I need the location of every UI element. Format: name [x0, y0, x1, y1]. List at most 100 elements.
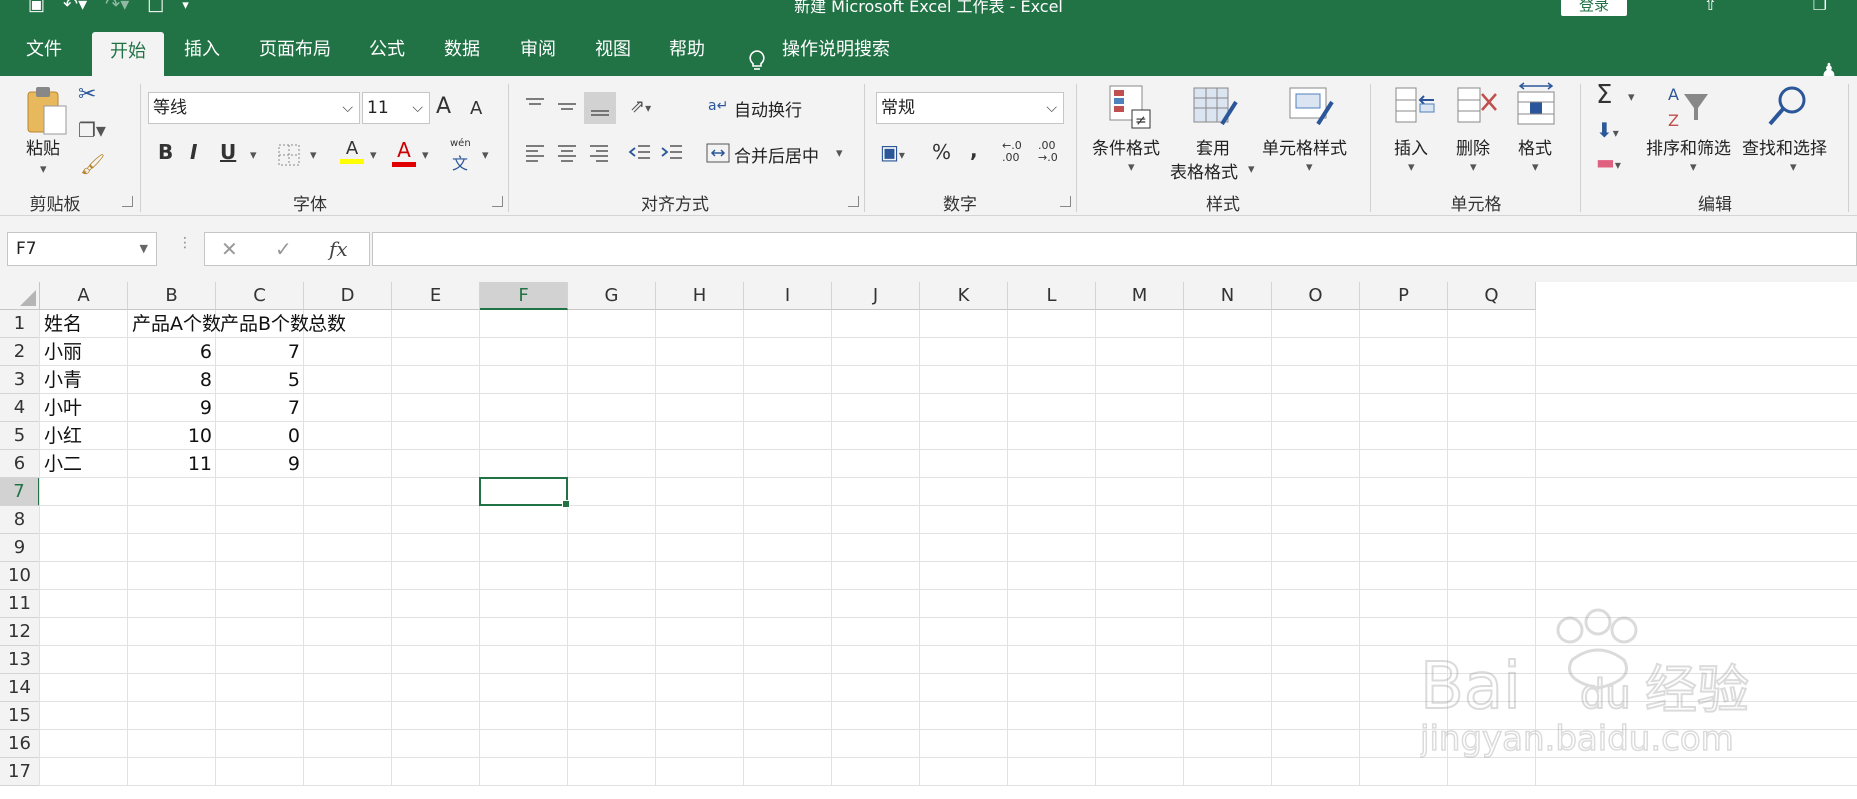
format-dropdown-icon[interactable]: ▾: [1532, 160, 1539, 175]
column-header-a[interactable]: A: [40, 282, 128, 310]
row-header-12[interactable]: 12: [0, 618, 40, 646]
delete-cells-icon[interactable]: [1454, 84, 1500, 128]
shrink-font-button[interactable]: A: [470, 98, 482, 119]
format-cells-button[interactable]: 格式: [1518, 134, 1552, 159]
cell-styles-dropdown-icon[interactable]: ▾: [1306, 160, 1313, 175]
increase-indent-icon[interactable]: [660, 142, 684, 166]
autosum-dropdown-icon[interactable]: ▾: [1628, 90, 1635, 105]
column-header-k[interactable]: K: [920, 282, 1008, 310]
row-header-8[interactable]: 8: [0, 506, 40, 534]
align-left-icon[interactable]: [524, 142, 546, 166]
format-as-table-label-top[interactable]: 套用: [1196, 134, 1230, 159]
row-header-1[interactable]: 1: [0, 310, 40, 338]
row-header-3[interactable]: 3: [0, 366, 40, 394]
underline-button[interactable]: U: [220, 140, 236, 164]
increase-decimal-button[interactable]: ←.0 .00: [1002, 140, 1022, 164]
align-right-icon[interactable]: [588, 142, 610, 166]
borders-icon[interactable]: [278, 144, 300, 166]
delete-cells-button[interactable]: 删除: [1456, 134, 1490, 159]
column-header-h[interactable]: H: [656, 282, 744, 310]
cell-a6[interactable]: 小二: [40, 450, 86, 478]
row-header-15[interactable]: 15: [0, 702, 40, 730]
borders-dropdown-icon[interactable]: ▾: [310, 148, 317, 163]
tab-file[interactable]: 文件: [12, 30, 76, 76]
italic-button[interactable]: I: [190, 140, 197, 164]
decrease-decimal-button[interactable]: .00 →.0: [1038, 140, 1058, 164]
column-header-o[interactable]: O: [1272, 282, 1360, 310]
cell-b2[interactable]: 6: [128, 338, 216, 366]
alignment-launcher-icon[interactable]: [848, 196, 859, 207]
column-header-f[interactable]: F: [480, 282, 568, 310]
find-select-button[interactable]: 查找和选择: [1742, 134, 1827, 159]
cut-icon[interactable]: ✂: [78, 82, 96, 107]
restore-window-icon[interactable]: ❐: [1813, 0, 1827, 14]
cell-a4[interactable]: 小叶: [40, 394, 86, 422]
align-middle-icon[interactable]: [556, 96, 578, 116]
column-header-c[interactable]: C: [216, 282, 304, 310]
paste-label[interactable]: 粘贴: [26, 134, 60, 159]
font-name-combo[interactable]: 等线 ⌵: [148, 92, 360, 124]
cell-b5[interactable]: 10: [128, 422, 216, 450]
fill-down-icon[interactable]: ⬇▾: [1596, 118, 1619, 142]
column-header-n[interactable]: N: [1184, 282, 1272, 310]
column-header-p[interactable]: P: [1360, 282, 1448, 310]
insert-dropdown-icon[interactable]: ▾: [1408, 160, 1415, 175]
align-top-icon[interactable]: [524, 96, 546, 116]
login-button[interactable]: 登录: [1561, 0, 1627, 16]
cell-a3[interactable]: 小青: [40, 366, 86, 394]
tab-view[interactable]: 视图: [584, 30, 642, 76]
number-format-combo[interactable]: 常规 ⌵: [876, 92, 1064, 124]
sort-filter-icon[interactable]: A Z: [1664, 84, 1714, 130]
cell-c3[interactable]: 5: [216, 366, 304, 394]
tab-help[interactable]: 帮助: [658, 30, 716, 76]
cell-styles-icon[interactable]: [1288, 84, 1334, 130]
wrap-text-button[interactable]: 自动换行: [734, 96, 802, 121]
font-launcher-icon[interactable]: [492, 196, 503, 207]
merge-center-button[interactable]: 合并后居中: [734, 142, 819, 167]
row-header-9[interactable]: 9: [0, 534, 40, 562]
phonetic-dropdown-icon[interactable]: ▾: [482, 148, 489, 163]
row-header-2[interactable]: 2: [0, 338, 40, 366]
underline-dropdown-icon[interactable]: ▾: [250, 148, 257, 163]
cell-c5[interactable]: 0: [216, 422, 304, 450]
column-header-g[interactable]: G: [568, 282, 656, 310]
font-size-combo[interactable]: 11 ⌵: [362, 92, 430, 124]
insert-function-icon[interactable]: fx: [329, 237, 348, 261]
row-header-7[interactable]: 7: [0, 478, 40, 506]
sort-filter-button[interactable]: 排序和筛选: [1646, 134, 1731, 159]
table-dropdown-icon[interactable]: ▾: [1248, 162, 1255, 177]
decrease-indent-icon[interactable]: [628, 142, 652, 166]
tab-data[interactable]: 数据: [432, 30, 492, 76]
row-header-10[interactable]: 10: [0, 562, 40, 590]
clear-eraser-icon[interactable]: ▬▾: [1596, 150, 1621, 174]
column-header-m[interactable]: M: [1096, 282, 1184, 310]
bold-button[interactable]: B: [158, 140, 173, 164]
cell-styles-button[interactable]: 单元格样式: [1262, 134, 1347, 159]
cell-b1[interactable]: 产品A个数: [128, 310, 225, 338]
delete-dropdown-icon[interactable]: ▾: [1470, 160, 1477, 175]
cell-b3[interactable]: 8: [128, 366, 216, 394]
tell-me-search[interactable]: 操作说明搜索: [782, 30, 894, 76]
find-dropdown-icon[interactable]: ▾: [1790, 160, 1797, 175]
column-header-d[interactable]: D: [304, 282, 392, 310]
tab-review[interactable]: 审阅: [508, 30, 568, 76]
cell-c1[interactable]: 产品B个数: [216, 310, 313, 338]
conditional-dropdown-icon[interactable]: ▾: [1128, 160, 1135, 175]
cell-c4[interactable]: 7: [216, 394, 304, 422]
cell-a2[interactable]: 小丽: [40, 338, 86, 366]
column-header-b[interactable]: B: [128, 282, 216, 310]
insert-cells-icon[interactable]: [1390, 84, 1436, 128]
row-header-14[interactable]: 14: [0, 674, 40, 702]
paste-dropdown-icon[interactable]: ▾: [40, 162, 47, 177]
format-painter-icon[interactable]: 🖌: [80, 152, 105, 176]
cell-b6[interactable]: 11: [128, 450, 216, 478]
row-header-5[interactable]: 5: [0, 422, 40, 450]
cell-b4[interactable]: 9: [128, 394, 216, 422]
column-header-q[interactable]: Q: [1448, 282, 1536, 310]
clipboard-launcher-icon[interactable]: [122, 196, 133, 207]
format-as-table-button[interactable]: 表格格式: [1170, 158, 1238, 183]
column-header-j[interactable]: J: [832, 282, 920, 310]
column-header-l[interactable]: L: [1008, 282, 1096, 310]
row-header-17[interactable]: 17: [0, 758, 40, 786]
row-header-13[interactable]: 13: [0, 646, 40, 674]
